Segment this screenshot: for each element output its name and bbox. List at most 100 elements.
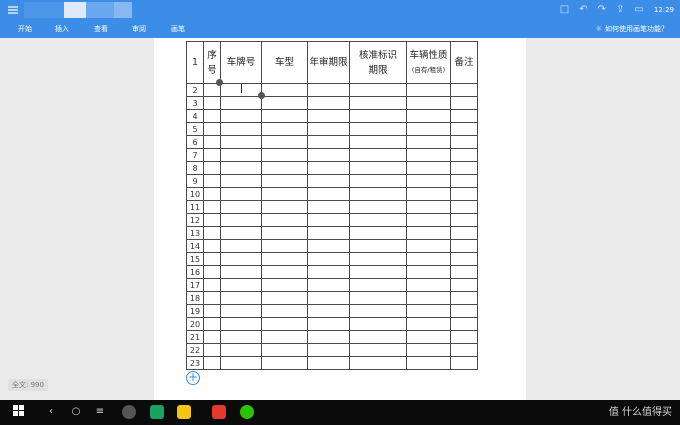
table-cell[interactable] <box>349 356 407 370</box>
table-cell[interactable] <box>220 226 262 240</box>
table-cell[interactable] <box>349 317 407 331</box>
add-row-button[interactable]: + <box>186 371 200 385</box>
table-cell[interactable] <box>203 213 221 227</box>
table-cell[interactable] <box>261 291 308 305</box>
table-cell[interactable] <box>220 278 262 292</box>
table-cell[interactable] <box>349 109 407 123</box>
table-cell[interactable] <box>307 187 350 201</box>
table-cell[interactable] <box>406 252 451 266</box>
table-cell[interactable] <box>349 291 407 305</box>
table-cell[interactable] <box>406 148 451 162</box>
table-cell[interactable] <box>220 265 262 279</box>
square-icon[interactable]: □ <box>560 3 569 17</box>
table-cell[interactable] <box>220 161 262 175</box>
table-cell[interactable] <box>307 226 350 240</box>
table-cell[interactable] <box>450 343 478 357</box>
table-cell[interactable] <box>220 213 262 227</box>
table-cell[interactable] <box>349 213 407 227</box>
table-cell[interactable] <box>307 148 350 162</box>
table-cell[interactable] <box>450 200 478 214</box>
table-cell[interactable] <box>349 343 407 357</box>
table-cell[interactable] <box>203 278 221 292</box>
table-cell[interactable] <box>203 317 221 331</box>
table-cell[interactable] <box>406 187 451 201</box>
table-cell[interactable] <box>307 356 350 370</box>
header-note[interactable]: 备注 <box>450 41 478 84</box>
table-cell[interactable] <box>220 109 262 123</box>
table-cell[interactable] <box>450 161 478 175</box>
tab-start[interactable]: 开始 <box>18 23 32 35</box>
table-cell[interactable] <box>307 200 350 214</box>
table-cell[interactable] <box>220 200 262 214</box>
table-cell[interactable] <box>406 265 451 279</box>
document-tab-active[interactable] <box>64 2 86 18</box>
table-cell[interactable] <box>307 278 350 292</box>
selection-handle-end[interactable] <box>258 92 265 99</box>
table-cell[interactable] <box>307 96 350 110</box>
table-cell[interactable] <box>203 187 221 201</box>
document-tab[interactable] <box>24 2 64 18</box>
table-cell[interactable] <box>307 252 350 266</box>
table-cell[interactable] <box>307 83 350 97</box>
table-cell[interactable] <box>450 317 478 331</box>
table-cell[interactable] <box>450 83 478 97</box>
table-cell[interactable] <box>203 239 221 253</box>
wechat-app-icon[interactable] <box>240 405 254 419</box>
table-cell[interactable] <box>261 330 308 344</box>
header-model[interactable]: 车型 <box>261 41 308 84</box>
table-cell[interactable] <box>220 304 262 318</box>
header-plate[interactable]: 车牌号 <box>220 41 262 84</box>
table-cell[interactable] <box>406 174 451 188</box>
table-cell[interactable] <box>450 356 478 370</box>
table-cell[interactable] <box>261 213 308 227</box>
table-cell[interactable] <box>349 278 407 292</box>
table-cell[interactable] <box>307 317 350 331</box>
table-cell[interactable] <box>261 317 308 331</box>
table-cell[interactable] <box>406 96 451 110</box>
table-cell[interactable] <box>349 174 407 188</box>
table-cell[interactable] <box>406 161 451 175</box>
table-cell[interactable] <box>203 174 221 188</box>
table-cell[interactable] <box>349 330 407 344</box>
undo-icon[interactable]: ↶ <box>579 3 587 17</box>
table-cell[interactable] <box>307 122 350 136</box>
table-cell[interactable] <box>450 239 478 253</box>
table-cell[interactable] <box>220 356 262 370</box>
table-cell[interactable] <box>406 317 451 331</box>
table-cell[interactable] <box>203 252 221 266</box>
document-page[interactable]: 1 序号 车牌号 车型 年审期限 核准标识 期限 车辆性质 (自有/租赁) 备注 2… <box>154 38 526 400</box>
table-cell[interactable] <box>261 122 308 136</box>
table-cell[interactable] <box>349 83 407 97</box>
table-cell[interactable] <box>307 213 350 227</box>
table-cell[interactable] <box>349 122 407 136</box>
table-cell[interactable] <box>349 135 407 149</box>
table-cell[interactable] <box>450 226 478 240</box>
table-cell[interactable] <box>220 252 262 266</box>
wps-app-icon[interactable] <box>212 405 226 419</box>
vehicle-table[interactable]: 1 序号 车牌号 车型 年审期限 核准标识 期限 车辆性质 (自有/租赁) 备注 2… <box>186 41 478 370</box>
table-cell[interactable] <box>261 265 308 279</box>
table-cell[interactable] <box>261 135 308 149</box>
table-cell[interactable] <box>349 265 407 279</box>
table-cell[interactable] <box>307 174 350 188</box>
table-cell[interactable] <box>261 161 308 175</box>
table-cell[interactable] <box>349 304 407 318</box>
table-cell[interactable] <box>450 122 478 136</box>
table-cell[interactable] <box>203 356 221 370</box>
table-cell[interactable] <box>450 148 478 162</box>
table-cell[interactable] <box>220 122 262 136</box>
table-cell[interactable] <box>261 83 308 97</box>
table-cell[interactable] <box>307 330 350 344</box>
share-icon[interactable]: ⇪ <box>616 3 624 17</box>
table-cell[interactable] <box>203 265 221 279</box>
header-nature[interactable]: 车辆性质 (自有/租赁) <box>406 41 451 84</box>
table-cell[interactable] <box>307 135 350 149</box>
table-cell[interactable] <box>406 135 451 149</box>
table-cell[interactable] <box>261 239 308 253</box>
table-cell[interactable] <box>406 356 451 370</box>
table-cell[interactable] <box>450 213 478 227</box>
table-cell[interactable] <box>261 187 308 201</box>
table-cell[interactable] <box>450 96 478 110</box>
table-cell[interactable] <box>450 291 478 305</box>
files-app-icon[interactable] <box>177 405 191 419</box>
